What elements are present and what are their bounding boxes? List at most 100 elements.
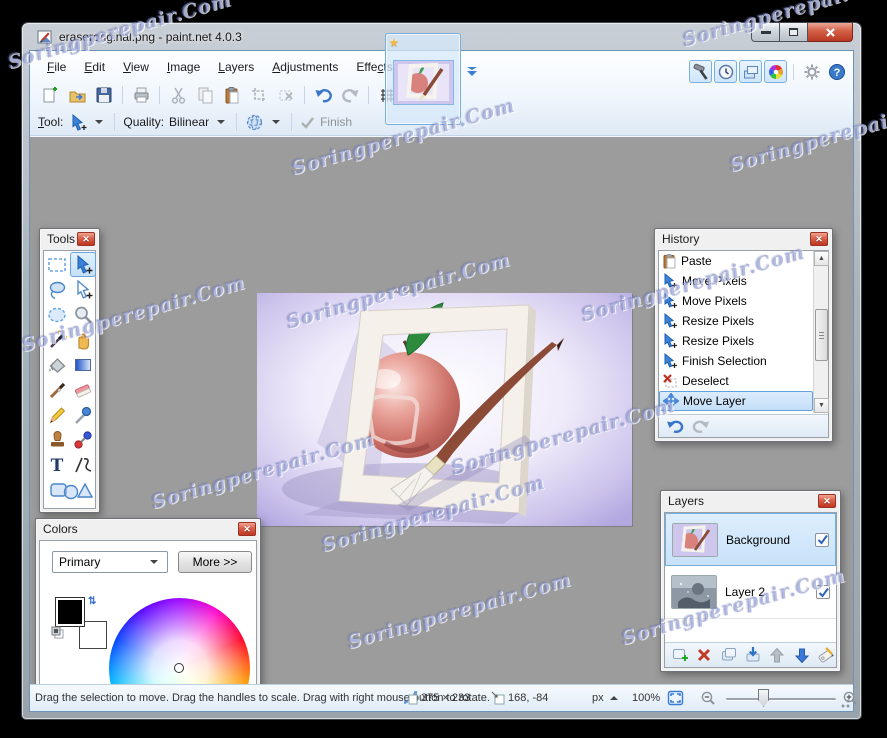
scroll-up-arrow[interactable]: ▲: [814, 251, 829, 266]
new-file-button[interactable]: [38, 83, 62, 107]
deselect-button[interactable]: [274, 83, 298, 107]
toggle-tools-button[interactable]: [689, 60, 712, 83]
menu-view[interactable]: View: [114, 56, 158, 78]
maximize-button[interactable]: [780, 23, 808, 42]
zoom-slider-thumb[interactable]: [758, 689, 769, 707]
tool-rectangle-select[interactable]: [44, 252, 70, 277]
menu-adjustments[interactable]: Adjustments: [263, 56, 347, 78]
copy-button[interactable]: [193, 83, 217, 107]
tab-list-chevron-button[interactable]: [464, 64, 480, 79]
resize-grip[interactable]: [838, 696, 850, 708]
history-close-button[interactable]: ✕: [810, 232, 828, 246]
menu-edit[interactable]: Edit: [75, 56, 114, 78]
menu-layers[interactable]: Layers: [209, 56, 263, 78]
tool-clone-stamp[interactable]: [44, 427, 70, 452]
redo-button[interactable]: [338, 83, 362, 107]
scroll-down-arrow[interactable]: ▼: [814, 398, 829, 413]
color-mode-dropdown[interactable]: Primary: [52, 551, 168, 573]
tool-move-selection[interactable]: [70, 277, 96, 302]
tool-shapes[interactable]: [44, 477, 96, 502]
history-item[interactable]: Paste: [659, 251, 813, 271]
more-button[interactable]: More >>: [178, 551, 252, 573]
history-redo-icon[interactable]: [691, 418, 711, 435]
colors-palette-titlebar[interactable]: Colors ✕: [36, 519, 260, 539]
history-item-selected[interactable]: Move Layer: [659, 391, 813, 411]
history-item[interactable]: Move Pixels: [659, 291, 813, 311]
move-layer-down-button[interactable]: [791, 645, 811, 666]
save-button[interactable]: [92, 83, 116, 107]
colors-close-button[interactable]: ✕: [238, 522, 256, 536]
layers-palette-titlebar[interactable]: Layers ✕: [661, 491, 840, 511]
layers-close-button[interactable]: ✕: [818, 494, 836, 508]
cut-button[interactable]: [166, 83, 190, 107]
menu-file[interactable]: File: [38, 56, 75, 78]
workspace[interactable]: Tools ✕ T History ✕ Paste Move Pixels Mo…: [30, 137, 853, 684]
layer-row-background[interactable]: Background: [665, 513, 836, 566]
canvas[interactable]: [257, 293, 632, 526]
history-item[interactable]: Deselect: [659, 371, 813, 391]
units-dropdown[interactable]: px: [592, 685, 621, 711]
undo-button[interactable]: [311, 83, 335, 107]
antialias-dropdown-arrow[interactable]: [272, 120, 281, 124]
tool-recolor[interactable]: [70, 427, 96, 452]
settings-button[interactable]: [800, 60, 823, 83]
tool-text[interactable]: T: [44, 452, 70, 477]
history-undo-icon[interactable]: [665, 418, 685, 435]
history-item[interactable]: Finish Selection: [659, 351, 813, 371]
add-layer-button[interactable]: [670, 645, 690, 666]
zoom-slider-track[interactable]: [726, 698, 836, 700]
primary-color-swatch[interactable]: [55, 597, 85, 627]
toggle-colors-button[interactable]: [764, 60, 787, 83]
delete-layer-button[interactable]: [694, 645, 714, 666]
reset-colors-icon[interactable]: [51, 626, 65, 640]
swap-colors-icon[interactable]: ⇅: [88, 596, 96, 607]
zoom-to-window-button[interactable]: [667, 685, 684, 711]
tool-dropdown-arrow[interactable]: [95, 120, 104, 124]
tool-lasso-select[interactable]: [44, 277, 70, 302]
history-scrollbar[interactable]: ▲ ▼: [813, 251, 829, 413]
layer-visibility-checkbox[interactable]: [816, 585, 830, 599]
help-button[interactable]: ?: [825, 60, 848, 83]
tool-paintbrush[interactable]: [44, 377, 70, 402]
menu-image[interactable]: Image: [158, 56, 209, 78]
history-item[interactable]: Move Pixels: [659, 271, 813, 291]
quality-value[interactable]: Bilinear: [169, 115, 209, 129]
tool-zoom[interactable]: [70, 302, 96, 327]
color-wheel-marker[interactable]: [174, 663, 184, 673]
layer-visibility-checkbox[interactable]: [815, 532, 829, 547]
layer-row-layer2[interactable]: Layer 2: [665, 566, 836, 619]
toggle-layers-button[interactable]: [739, 60, 762, 83]
quality-dropdown-arrow[interactable]: [217, 120, 226, 124]
duplicate-layer-button[interactable]: [719, 645, 739, 666]
tool-magic-wand[interactable]: [44, 327, 70, 352]
tool-ellipse-select[interactable]: [44, 302, 70, 327]
tool-paint-bucket[interactable]: [44, 352, 70, 377]
toggle-history-button[interactable]: [714, 60, 737, 83]
tool-move-selected-pixels[interactable]: [69, 252, 96, 277]
tool-line-curve[interactable]: [70, 452, 96, 477]
open-button[interactable]: [65, 83, 89, 107]
close-button[interactable]: [808, 23, 853, 42]
crop-button[interactable]: [247, 83, 271, 107]
minimize-button[interactable]: [751, 23, 780, 42]
finish-button[interactable]: Finish: [320, 115, 352, 129]
scrollbar-thumb[interactable]: [815, 309, 828, 361]
layer-properties-button[interactable]: [816, 645, 836, 666]
tool-pan[interactable]: [70, 327, 96, 352]
tool-eraser[interactable]: [70, 377, 96, 402]
tool-gradient[interactable]: [70, 352, 96, 377]
history-item[interactable]: Resize Pixels: [659, 331, 813, 351]
tool-color-picker[interactable]: [70, 402, 96, 427]
tool-pencil[interactable]: [44, 402, 70, 427]
zoom-out-button[interactable]: [700, 685, 716, 711]
history-item[interactable]: Resize Pixels: [659, 311, 813, 331]
tools-close-button[interactable]: ✕: [77, 232, 95, 246]
print-button[interactable]: [129, 83, 153, 107]
image-tab[interactable]: ★: [385, 33, 461, 125]
paste-button[interactable]: [220, 83, 244, 107]
resize-pixels-icon: [664, 313, 677, 328]
tools-palette-titlebar[interactable]: Tools ✕: [40, 229, 99, 249]
move-layer-up-button[interactable]: [767, 645, 787, 666]
merge-down-button[interactable]: [743, 645, 763, 666]
history-palette-titlebar[interactable]: History ✕: [655, 229, 832, 249]
